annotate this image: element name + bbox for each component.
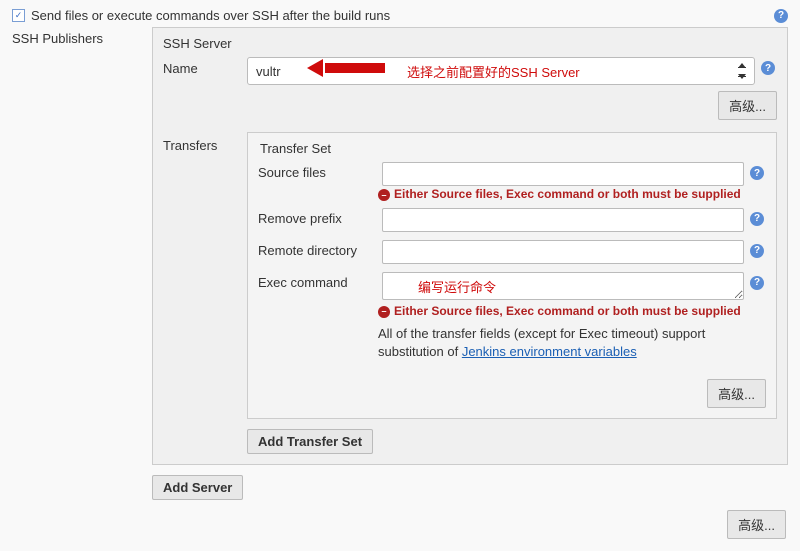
jenkins-env-vars-link[interactable]: Jenkins environment variables bbox=[462, 344, 637, 359]
help-icon[interactable]: ? bbox=[750, 244, 764, 258]
transfer-set-panel: Transfer Set Source files ? – Either Sou… bbox=[247, 132, 777, 419]
error-icon: – bbox=[378, 189, 390, 201]
source-files-label: Source files bbox=[258, 162, 378, 180]
help-icon[interactable]: ? bbox=[750, 166, 764, 180]
select-value: vultr bbox=[256, 64, 281, 79]
name-label: Name bbox=[163, 57, 243, 76]
ssh-server-legend: SSH Server bbox=[163, 36, 777, 51]
ssh-server-name-select[interactable]: vultr bbox=[247, 57, 755, 85]
outer-advanced-button[interactable]: 高级... bbox=[727, 510, 786, 539]
exec-command-error: Either Source files, Exec command or bot… bbox=[394, 305, 741, 319]
info-text: All of the transfer fields (except for E… bbox=[378, 326, 705, 359]
remove-prefix-input[interactable] bbox=[382, 208, 744, 232]
source-files-input[interactable] bbox=[382, 162, 744, 186]
remote-directory-input[interactable] bbox=[382, 240, 744, 264]
transfer-set-legend: Transfer Set bbox=[260, 141, 766, 156]
exec-command-input[interactable] bbox=[382, 272, 744, 300]
transfers-label: Transfers bbox=[163, 128, 243, 153]
transfer-advanced-button[interactable]: 高级... bbox=[707, 379, 766, 408]
error-icon: – bbox=[378, 306, 390, 318]
remote-directory-label: Remote directory bbox=[258, 240, 378, 258]
remove-prefix-label: Remove prefix bbox=[258, 208, 378, 226]
ssh-publish-checkbox[interactable]: ✓ bbox=[12, 9, 25, 22]
ssh-server-panel: SSH Server Name vultr 选择之前配置好的SSH Server bbox=[152, 27, 788, 465]
help-icon[interactable]: ? bbox=[761, 61, 775, 75]
add-server-button[interactable]: Add Server bbox=[152, 475, 243, 500]
section-title: Send files or execute commands over SSH … bbox=[31, 8, 390, 23]
add-transfer-set-button[interactable]: Add Transfer Set bbox=[247, 429, 373, 454]
ssh-publishers-label: SSH Publishers bbox=[12, 29, 152, 52]
help-icon[interactable]: ? bbox=[750, 212, 764, 226]
source-files-error: Either Source files, Exec command or bot… bbox=[394, 188, 741, 202]
exec-command-label: Exec command bbox=[258, 272, 378, 290]
ssh-server-advanced-button[interactable]: 高级... bbox=[718, 91, 777, 120]
help-icon[interactable]: ? bbox=[750, 276, 764, 290]
help-icon[interactable]: ? bbox=[774, 9, 788, 23]
